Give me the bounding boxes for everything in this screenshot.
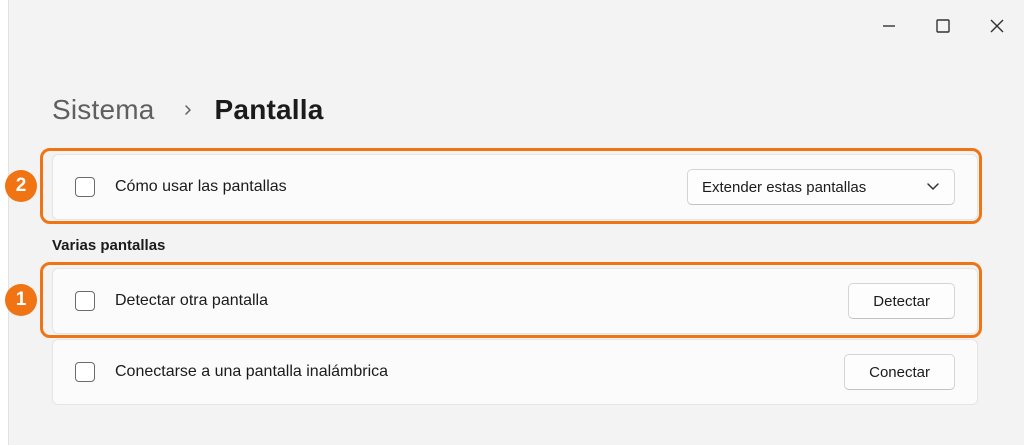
display-mode-dropdown[interactable]: Extender estas pantallas: [687, 169, 955, 205]
setting-label: Conectarse a una pantalla inalámbrica: [115, 363, 389, 380]
minimize-icon: [883, 25, 895, 27]
maximize-icon: [936, 19, 950, 33]
checkbox-icon[interactable]: [75, 177, 95, 197]
chevron-right-icon: [183, 103, 193, 117]
breadcrumb-parent[interactable]: Sistema: [52, 94, 155, 126]
setting-card-wireless: Conectarse a una pantalla inalámbrica Co…: [52, 339, 978, 405]
title-bar: [862, 0, 1024, 52]
connect-button[interactable]: Conectar: [844, 354, 955, 390]
setting-card-detect: Detectar otra pantalla Detectar: [52, 268, 978, 334]
close-button[interactable]: [970, 0, 1024, 52]
minimize-button[interactable]: [862, 0, 916, 52]
annotation-badge-1: 1: [5, 284, 37, 316]
checkbox-icon[interactable]: [75, 291, 95, 311]
section-title: Varias pantallas: [52, 237, 166, 254]
breadcrumb: Sistema Pantalla: [52, 90, 324, 130]
settings-window: Sistema Pantalla Cómo usar las pantallas…: [8, 0, 1024, 445]
checkbox-icon[interactable]: [75, 362, 95, 382]
close-icon: [990, 19, 1004, 33]
dropdown-value: Extender estas pantallas: [702, 178, 867, 196]
setting-label: Detectar otra pantalla: [115, 292, 268, 309]
annotation-badge-2: 2: [5, 170, 37, 202]
setting-label: Cómo usar las pantallas: [115, 178, 287, 195]
detect-button[interactable]: Detectar: [848, 283, 955, 319]
page-title: Pantalla: [214, 94, 324, 125]
chevron-down-icon: [927, 183, 939, 190]
maximize-button[interactable]: [916, 0, 970, 52]
setting-card-display-mode: Cómo usar las pantallas Extender estas p…: [52, 154, 978, 220]
